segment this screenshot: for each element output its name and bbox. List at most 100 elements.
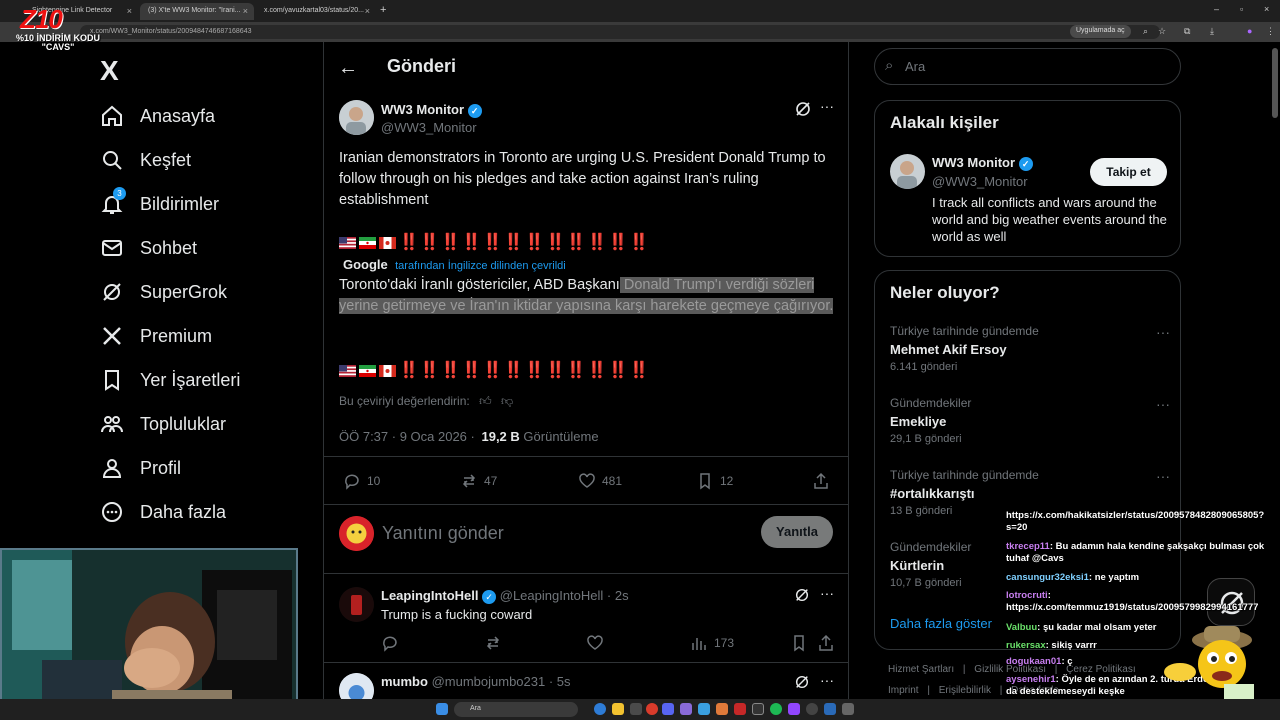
reply-author-name[interactable]: LeapingIntoHell [381,588,479,603]
more-options-icon[interactable]: ··· [820,672,834,688]
mail-icon [102,240,122,256]
author-name[interactable]: WW3 Monitor ✓ [381,102,482,118]
grok-icon[interactable] [794,674,810,695]
avatar[interactable] [890,154,925,189]
profile-icon[interactable]: ● [1247,26,1252,36]
footer-link[interactable]: Erişilebilirlik [939,685,991,696]
close-window-icon[interactable]: × [1264,4,1269,14]
thumbs-down-icon[interactable]: 👎︎ [501,394,513,408]
app-icon[interactable] [680,703,692,715]
new-tab-button[interactable]: + [376,3,394,20]
sidebar-item-topluluklar[interactable]: Topluluklar [100,409,226,439]
reply-button[interactable] [381,634,405,652]
app-icon[interactable] [734,703,746,715]
spotify-icon[interactable] [770,703,782,715]
sidebar-item-bildirimler[interactable]: 3 Bildirimler [100,187,219,219]
sidebar-item-daha-fazla[interactable]: Daha fazla [100,497,226,527]
bookmark-button[interactable] [790,634,814,652]
sidebar-item-yer-i-şaretleri[interactable]: Yer İşaretleri [100,365,240,395]
app-icon[interactable] [842,703,854,715]
open-in-app-button[interactable]: Uygulamada aç [1070,25,1131,38]
x-logo[interactable]: X [100,55,119,87]
reply-author-handle[interactable]: @LeapingIntoHell [500,588,604,603]
share-button[interactable] [812,472,836,490]
like-button[interactable] [586,634,610,652]
chrome-icon[interactable] [646,703,658,715]
page-scrollbar[interactable] [1272,48,1278,118]
extensions-icon[interactable]: ⧉ [1184,26,1190,37]
taskbar-search[interactable]: Ara [454,702,578,717]
more-options-icon[interactable]: ··· [820,98,834,114]
sidebar-item-premium[interactable]: Premium [100,321,212,351]
share-button[interactable] [817,634,841,652]
twitch-icon[interactable] [788,703,800,715]
bookmark-button[interactable]: 12 [696,472,733,490]
canada-flag-icon [379,364,396,377]
footer-link[interactable]: Imprint [888,685,919,696]
close-icon[interactable]: × [243,6,248,16]
app-icon[interactable] [630,703,642,715]
my-avatar[interactable] [339,516,374,551]
avatar[interactable] [339,587,374,622]
close-icon[interactable]: × [365,6,370,16]
reply-submit-button[interactable]: Yanıtla [761,516,833,548]
reply-button[interactable]: 10 [343,472,380,490]
like-button[interactable]: 481 [578,472,622,490]
related-name[interactable]: WW3 Monitor ✓ [932,155,1033,171]
tab-yavuzkartal[interactable]: x.com/yavuzkartal03/status/20... × [256,3,376,20]
app-icon[interactable] [824,703,836,715]
views-button[interactable]: 173 [690,634,734,652]
sidebar-item-anasayfa[interactable]: Anasayfa [100,101,215,131]
us-flag-icon [339,364,356,377]
sidebar-item-sohbet[interactable]: Sohbet [100,233,197,263]
obs-icon[interactable] [806,703,818,715]
search-box[interactable]: ⌕ Ara [874,48,1181,85]
reply-time[interactable]: · 2s [607,588,629,603]
trend-item[interactable]: Türkiye tarihinde gündemde Mehmet Akif Er… [890,324,1170,373]
download-icon[interactable]: ⤓ [1210,26,1214,37]
reply-author-handle[interactable]: @mumbojumbo231 [432,674,546,689]
sidebar-item-keşfet[interactable]: Keşfet [100,145,191,175]
minimize-icon[interactable]: – [1214,4,1219,14]
avatar[interactable] [339,100,374,135]
more-options-icon[interactable]: ··· [820,585,834,601]
file-explorer-icon[interactable] [612,703,624,715]
app-icon[interactable] [716,703,728,715]
discord-icon[interactable] [662,703,674,715]
tab-ww3-monitor[interactable]: (3) X'te WW3 Monitor: "Irani... × [140,3,254,20]
back-arrow-icon[interactable]: ← [338,57,358,80]
maximize-icon[interactable]: ▫ [1240,4,1243,14]
menu-icon[interactable]: ⋮ [1266,26,1275,37]
reply-input[interactable]: Yanıtını gönder [382,523,504,544]
translation-source-link[interactable]: tarafından İngilizce dilinden çevrildi [395,260,566,272]
repost-button[interactable] [484,634,508,652]
star-icon[interactable]: ☆ [1158,26,1166,37]
more-options-icon[interactable]: ··· [1156,324,1170,340]
thumbs-up-icon[interactable]: 👍︎ [479,394,492,408]
close-icon[interactable]: × [127,6,132,16]
show-more-link[interactable]: Daha fazla göster [890,616,992,631]
app-icon[interactable] [698,703,710,715]
author-handle[interactable]: @WW3_Monitor [381,120,477,135]
repost-button[interactable]: 47 [460,472,497,490]
more-options-icon[interactable]: ··· [1156,468,1170,484]
trend-item[interactable]: Gündemdekiler Emekliye 29,1 B gönderi ··· [890,396,1170,445]
footer-link[interactable]: Hizmet Şartları [888,664,954,675]
sidebar-item-profil[interactable]: Profil [100,453,181,483]
url-field[interactable]: x.com/WW3_Monitor/status/200948474668716… [80,25,1160,39]
translation-note[interactable]: Google tarafından İngilizce dilinden çev… [343,257,566,272]
zoom-icon[interactable]: ⌕ [1143,26,1148,37]
windows-start-icon[interactable] [436,703,448,715]
related-handle[interactable]: @WW3_Monitor [932,174,1028,189]
reply-author-name[interactable]: mumbo [381,674,428,689]
grok-icon[interactable] [794,100,812,123]
app-icon[interactable] [752,703,764,715]
follow-button[interactable]: Takip et [1090,158,1167,186]
reply-time[interactable]: · 5s [549,674,571,689]
more-options-icon[interactable]: ··· [1156,396,1170,412]
edge-icon[interactable] [594,703,606,715]
chat-text: : sikiş varrr [1045,640,1097,651]
sidebar-item-supergrok[interactable]: SuperGrok [100,277,227,307]
grok-icon[interactable] [794,587,810,608]
post-timestamp[interactable]: ÖÖ 7:37 · 9 Oca 2026 · [339,429,475,444]
